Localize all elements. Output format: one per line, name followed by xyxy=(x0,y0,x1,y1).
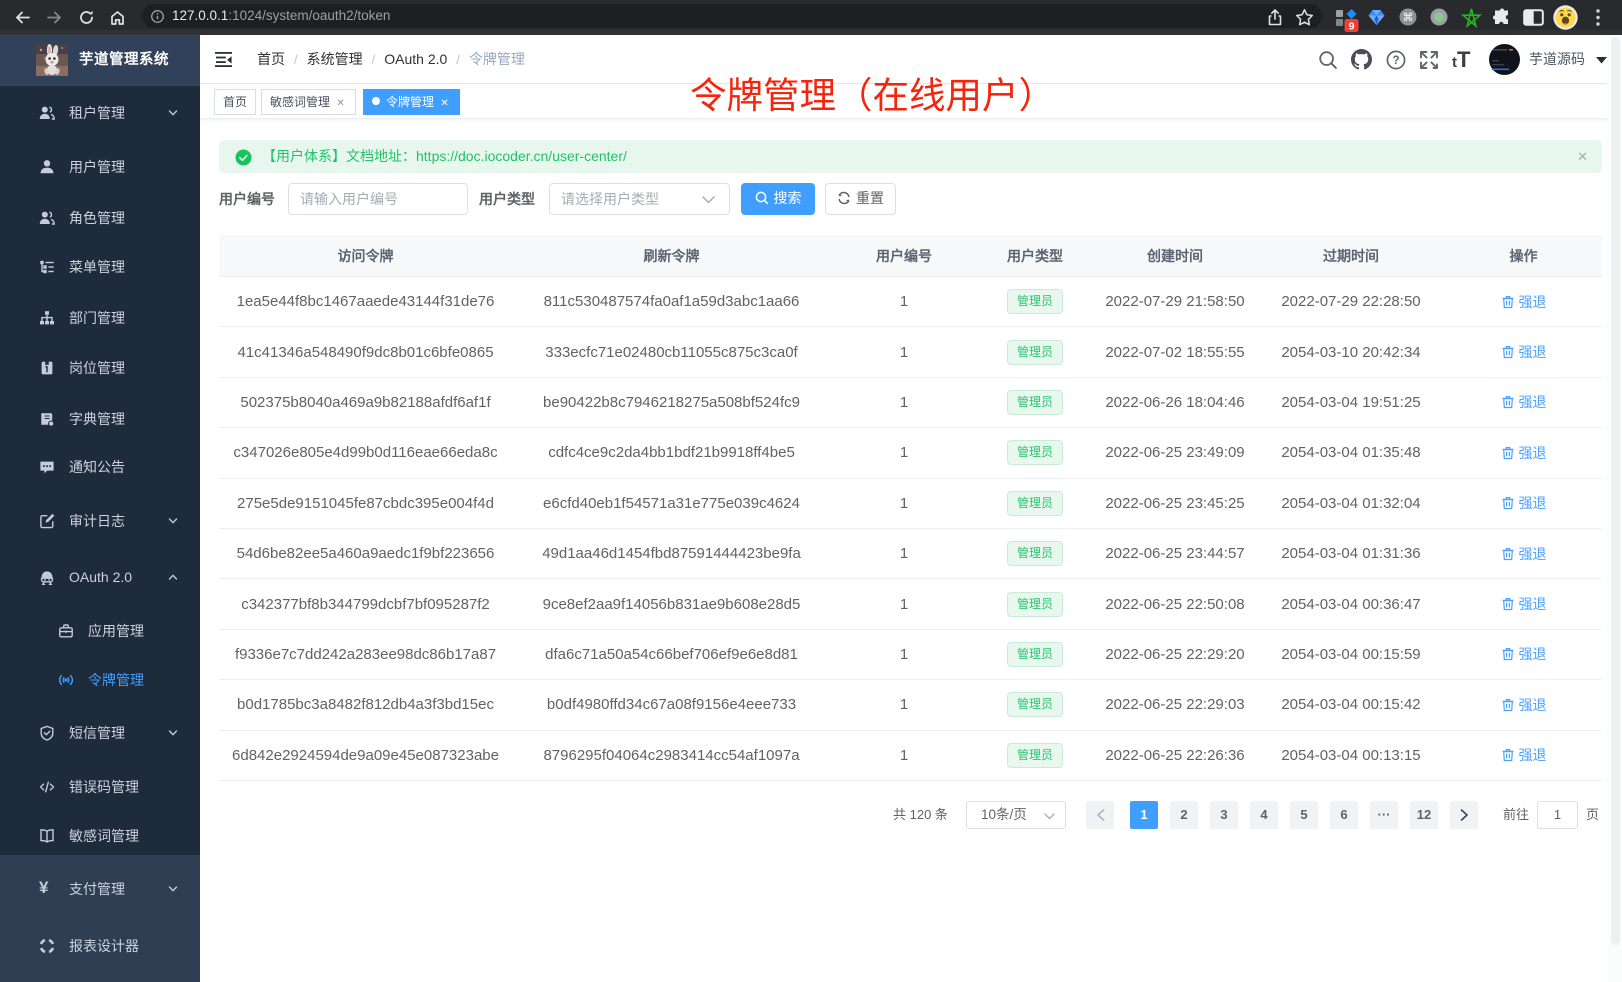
svg-text:⌘: ⌘ xyxy=(1403,12,1414,24)
svg-text:9: 9 xyxy=(1349,21,1355,33)
svg-text:?: ? xyxy=(1392,55,1399,67)
